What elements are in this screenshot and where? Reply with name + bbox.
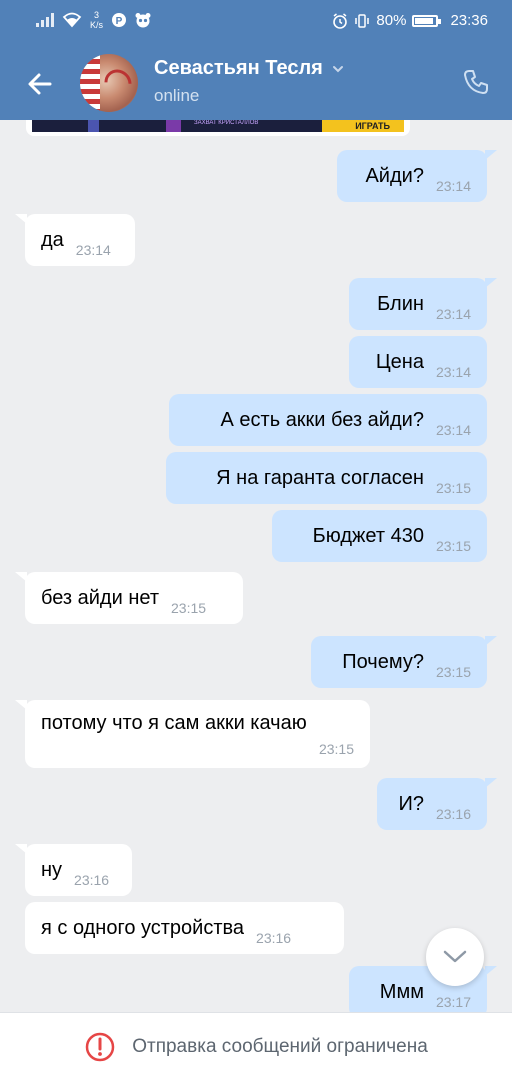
message-text: Ммм (379, 981, 424, 1003)
message-bubble-incoming[interactable]: без айди нет 23:15 (15, 572, 243, 624)
message-time: 23:14 (435, 178, 471, 194)
arrow-left-icon[interactable] (22, 66, 58, 102)
contact-name-text: Севастьян Тесля (154, 57, 323, 79)
svg-text:P: P (116, 16, 123, 27)
link-preview[interactable]: ЗАХВАТ КРИСТАЛЛОВ ИГРАТЬ (26, 120, 410, 136)
preview-play-button[interactable]: ИГРАТЬ (355, 121, 390, 131)
message-bubble-outgoing[interactable]: И? 23:16 (377, 778, 497, 830)
phone-icon[interactable] (462, 68, 490, 96)
wifi-icon (62, 12, 82, 28)
messaging-restricted-text: Отправка сообщений ограничена (132, 1035, 428, 1057)
message-time: 23:15 (171, 600, 207, 616)
message-text: А есть акки без айди? (220, 409, 424, 431)
clock: 23:36 (450, 12, 488, 29)
message-time: 23:14 (75, 242, 111, 258)
message-time: 23:15 (435, 480, 471, 496)
status-bar: 3 K/s P 80% 23:36 (0, 0, 512, 44)
message-text: Айди? (365, 165, 424, 187)
message-text: И? (398, 793, 424, 815)
contact-name[interactable]: Севастьян Тесля (154, 57, 345, 80)
chat-header: Севастьян Тесля online (0, 44, 512, 120)
avatar[interactable] (80, 54, 138, 112)
message-bubble-incoming[interactable]: ну 23:16 (15, 844, 132, 896)
network-speed-unit: K/s (90, 20, 104, 30)
message-bubble-incoming[interactable]: да 23:14 (15, 214, 135, 266)
network-speed-value: 3 (94, 10, 100, 20)
panda-notification-icon (135, 13, 151, 28)
message-text: Блин (377, 293, 424, 315)
message-time: 23:16 (256, 930, 292, 946)
message-bubble-incoming[interactable]: потому что я сам акки качаю 23:15 (15, 700, 370, 768)
message-text: Бюджет 430 (312, 525, 424, 547)
chevron-down-icon (332, 65, 343, 72)
message-bubble-outgoing[interactable]: Бюджет 430 23:15 (272, 510, 487, 562)
messaging-restricted-banner: Отправка сообщений ограничена (0, 1012, 512, 1080)
alarm-icon (333, 12, 348, 29)
message-time: 23:15 (435, 664, 471, 680)
message-bubble-outgoing[interactable]: Айди? 23:14 (337, 150, 497, 202)
message-text: Почему? (342, 651, 424, 673)
signal-icon (36, 13, 54, 27)
message-bubble-incoming[interactable]: я с одного устройства 23:16 (25, 902, 344, 954)
message-text: я с одного устройства (41, 917, 245, 939)
preview-text: ЗАХВАТ КРИСТАЛЛОВ (194, 120, 259, 126)
message-time: 23:16 (74, 872, 110, 888)
message-bubble-outgoing[interactable]: Цена 23:14 (349, 336, 487, 388)
message-text: без айди нет (41, 587, 159, 609)
chevron-down-icon (443, 950, 467, 963)
vk-notification-icon: P (112, 13, 127, 27)
message-time: 23:15 (435, 538, 471, 554)
contact-status: online (154, 86, 200, 105)
battery-percent: 80% (376, 12, 407, 29)
message-text: Цена (375, 351, 424, 373)
vibrate-icon (355, 13, 370, 28)
message-list[interactable]: ЗАХВАТ КРИСТАЛЛОВ ИГРАТЬ Айди? 23:14 да … (0, 120, 512, 1012)
message-time: 23:14 (435, 422, 471, 438)
message-bubble-outgoing[interactable]: А есть акки без айди? 23:14 (169, 394, 487, 446)
battery-icon (412, 14, 442, 27)
alert-circle-icon (85, 1032, 115, 1061)
scroll-down-button[interactable] (426, 928, 484, 986)
message-bubble-outgoing[interactable]: Я на гаранта согласен 23:15 (166, 452, 487, 504)
message-time: 23:17 (435, 994, 471, 1010)
message-time: 23:16 (435, 806, 471, 822)
message-time: 23:14 (435, 306, 471, 322)
message-text: ну (41, 859, 63, 881)
message-time: 23:15 (318, 740, 354, 757)
message-bubble-outgoing[interactable]: Блин 23:14 (349, 278, 497, 330)
message-text: потому что я сам акки качаю (41, 711, 307, 734)
message-bubble-outgoing[interactable]: Почему? 23:15 (311, 636, 497, 688)
message-time: 23:14 (435, 364, 471, 380)
message-text: Я на гаранта согласен (216, 467, 424, 489)
network-speed: 3 K/s (90, 10, 103, 30)
message-text: да (41, 229, 64, 251)
